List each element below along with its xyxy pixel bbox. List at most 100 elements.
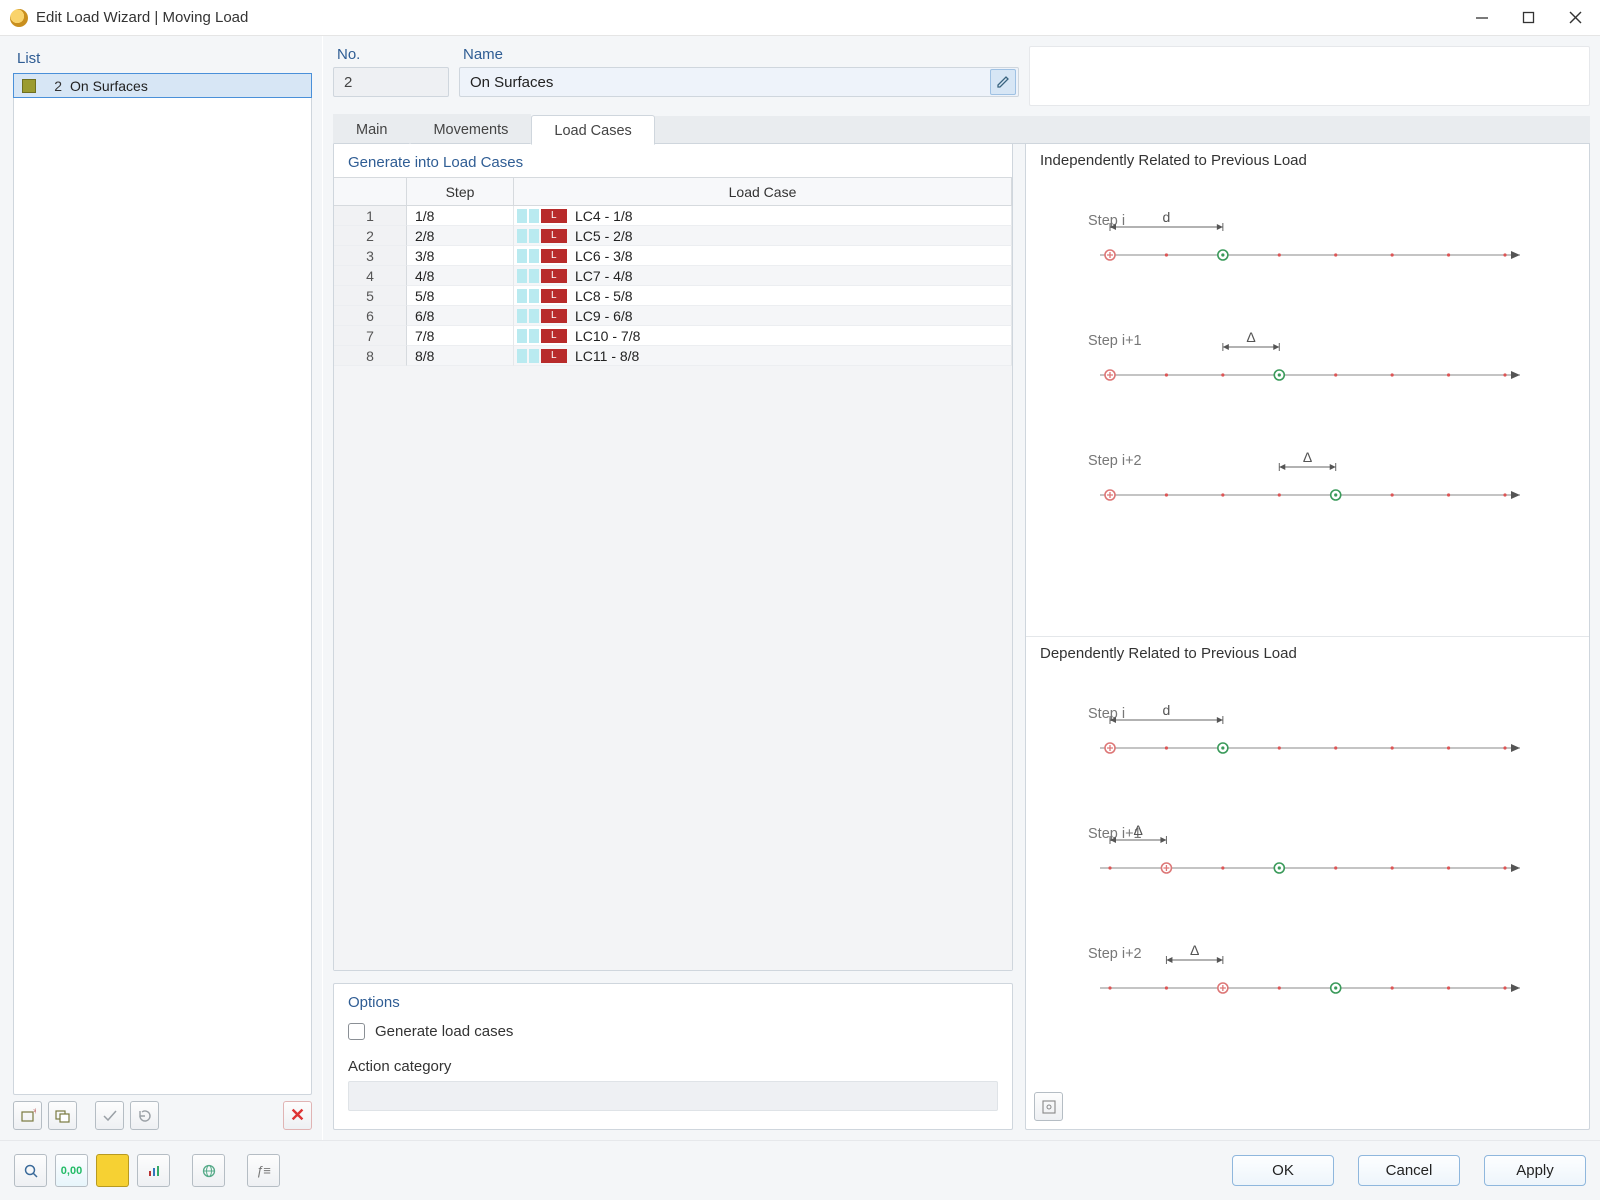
name-value: On Surfaces <box>470 74 553 91</box>
tabs: Main Movements Load Cases <box>333 116 1590 144</box>
edit-name-icon[interactable] <box>990 69 1016 95</box>
no-value: 2 <box>333 67 449 97</box>
table-row[interactable]: 88/8L LC11 - 8/8 <box>334 346 1012 366</box>
svg-text:Δ: Δ <box>1303 449 1312 465</box>
lc-text: LC5 - 2/8 <box>575 228 633 244</box>
indep-svg: Step idStep i+1ΔStep i+2Δ <box>1040 175 1550 595</box>
no-field: No. 2 <box>333 46 449 106</box>
cancel-button[interactable]: Cancel <box>1358 1155 1460 1186</box>
options-title: Options <box>348 994 998 1011</box>
color-button[interactable] <box>96 1154 129 1187</box>
dependent-diagram: Dependently Related to Previous Load Ste… <box>1026 637 1589 1129</box>
row-index: 7 <box>334 326 407 346</box>
svg-text:Step i+2: Step i+2 <box>1088 946 1142 962</box>
row-index: 1 <box>334 206 407 226</box>
list-item[interactable]: 2 On Surfaces <box>13 73 312 98</box>
lc-badge: L <box>517 329 567 343</box>
action-category-input[interactable] <box>348 1081 998 1111</box>
window-controls <box>1473 9 1590 26</box>
apply-button[interactable]: Apply <box>1484 1155 1586 1186</box>
minimize-icon[interactable] <box>1473 9 1490 26</box>
row-load-case: LLC6 - 3/8 <box>514 246 1012 266</box>
search-button[interactable] <box>14 1154 47 1187</box>
check-items-button[interactable] <box>95 1101 124 1130</box>
row-index: 5 <box>334 286 407 306</box>
svg-text:Step i+2: Step i+2 <box>1088 453 1142 469</box>
close-icon[interactable] <box>1567 9 1584 26</box>
row-index: 8 <box>334 346 407 366</box>
row-step: 4/8 <box>407 266 514 286</box>
duplicate-item-button[interactable] <box>48 1101 77 1130</box>
delete-item-button[interactable]: ✕ <box>283 1101 312 1130</box>
row-step: 7/8 <box>407 326 514 346</box>
svg-text:Δ: Δ <box>1190 942 1199 958</box>
svg-text:d: d <box>1163 209 1171 225</box>
row-step: 1/8 <box>407 206 514 226</box>
reload-button[interactable] <box>130 1101 159 1130</box>
row-load-case: L LC4 - 1/8 <box>514 206 1012 226</box>
generate-title: Generate into Load Cases <box>334 144 1012 177</box>
row-index: 6 <box>334 306 407 326</box>
table-row[interactable]: 11/8L LC4 - 1/8 <box>334 206 1012 226</box>
options-section: Options Generate load cases Action categ… <box>333 983 1013 1130</box>
name-input[interactable]: On Surfaces <box>459 67 1019 97</box>
dep-title: Dependently Related to Previous Load <box>1040 645 1575 662</box>
lc-text: LC11 - 8/8 <box>575 348 639 364</box>
row-step: 5/8 <box>407 286 514 306</box>
table-row[interactable]: 77/8LLC10 - 7/8 <box>334 326 1012 346</box>
graph-button[interactable] <box>137 1154 170 1187</box>
independent-diagram: Independently Related to Previous Load S… <box>1026 144 1589 637</box>
row-index: 2 <box>334 226 407 246</box>
row-step: 3/8 <box>407 246 514 266</box>
lc-badge: L <box>517 349 567 363</box>
table-row[interactable]: 33/8LLC6 - 3/8 <box>334 246 1012 266</box>
footer: 0,00 ƒ≡ OK Cancel Apply <box>0 1140 1600 1200</box>
lc-badge: L <box>517 269 567 283</box>
new-item-button[interactable]: ✶ <box>13 1101 42 1130</box>
generate-load-cases-checkbox[interactable]: Generate load cases <box>348 1023 998 1040</box>
table-row[interactable]: 22/8LLC5 - 2/8 <box>334 226 1012 246</box>
left-toolbar: ✶ ✕ <box>13 1095 312 1130</box>
lc-text: LC4 - 1/8 <box>575 208 633 224</box>
lc-badge: L <box>517 289 567 303</box>
svg-text:Step i+1: Step i+1 <box>1088 333 1142 349</box>
lc-badge: L <box>517 309 567 323</box>
row-load-case: LLC9 - 6/8 <box>514 306 1012 326</box>
units-button[interactable]: 0,00 <box>55 1154 88 1187</box>
indep-title: Independently Related to Previous Load <box>1040 152 1575 169</box>
lc-badge: L <box>517 209 567 223</box>
row-load-case: LLC10 - 7/8 <box>514 326 1012 346</box>
table-row[interactable]: 55/8LLC8 - 5/8 <box>334 286 1012 306</box>
svg-text:Δ: Δ <box>1134 822 1143 838</box>
no-label: No. <box>337 46 449 63</box>
diagram-settings-button[interactable] <box>1034 1092 1063 1121</box>
generate-section: Generate into Load Cases Step Load Case … <box>333 144 1013 971</box>
tab-main[interactable]: Main <box>333 114 410 144</box>
table-row[interactable]: 66/8LLC9 - 6/8 <box>334 306 1012 326</box>
row-step: 8/8 <box>407 346 514 366</box>
ok-button[interactable]: OK <box>1232 1155 1334 1186</box>
list-item-name: On Surfaces <box>70 78 148 94</box>
row-load-case: L LC11 - 8/8 <box>514 346 1012 366</box>
row-load-case: LLC5 - 2/8 <box>514 226 1012 246</box>
table-row[interactable]: 44/8LLC7 - 4/8 <box>334 266 1012 286</box>
svg-text:Δ: Δ <box>1246 329 1255 345</box>
lc-badge: L <box>517 249 567 263</box>
function-button[interactable]: ƒ≡ <box>247 1154 280 1187</box>
col-step: Step <box>407 178 514 206</box>
checkbox-label: Generate load cases <box>375 1023 513 1040</box>
right-panel: No. 2 Name On Surfaces Main Movements <box>323 36 1600 1140</box>
row-index: 4 <box>334 266 407 286</box>
tab-body: Generate into Load Cases Step Load Case … <box>333 144 1590 1130</box>
grid-header: Step Load Case <box>334 178 1012 206</box>
tab-movements[interactable]: Movements <box>410 114 531 144</box>
svg-text:✶: ✶ <box>32 1108 36 1116</box>
color-swatch-icon <box>22 79 36 93</box>
row-step: 2/8 <box>407 226 514 246</box>
list-item-index: 2 <box>44 78 62 94</box>
name-label: Name <box>463 46 1019 63</box>
list-box[interactable]: 2 On Surfaces <box>13 73 312 1095</box>
globe-button[interactable] <box>192 1154 225 1187</box>
tab-load-cases[interactable]: Load Cases <box>531 115 654 145</box>
maximize-icon[interactable] <box>1520 9 1537 26</box>
